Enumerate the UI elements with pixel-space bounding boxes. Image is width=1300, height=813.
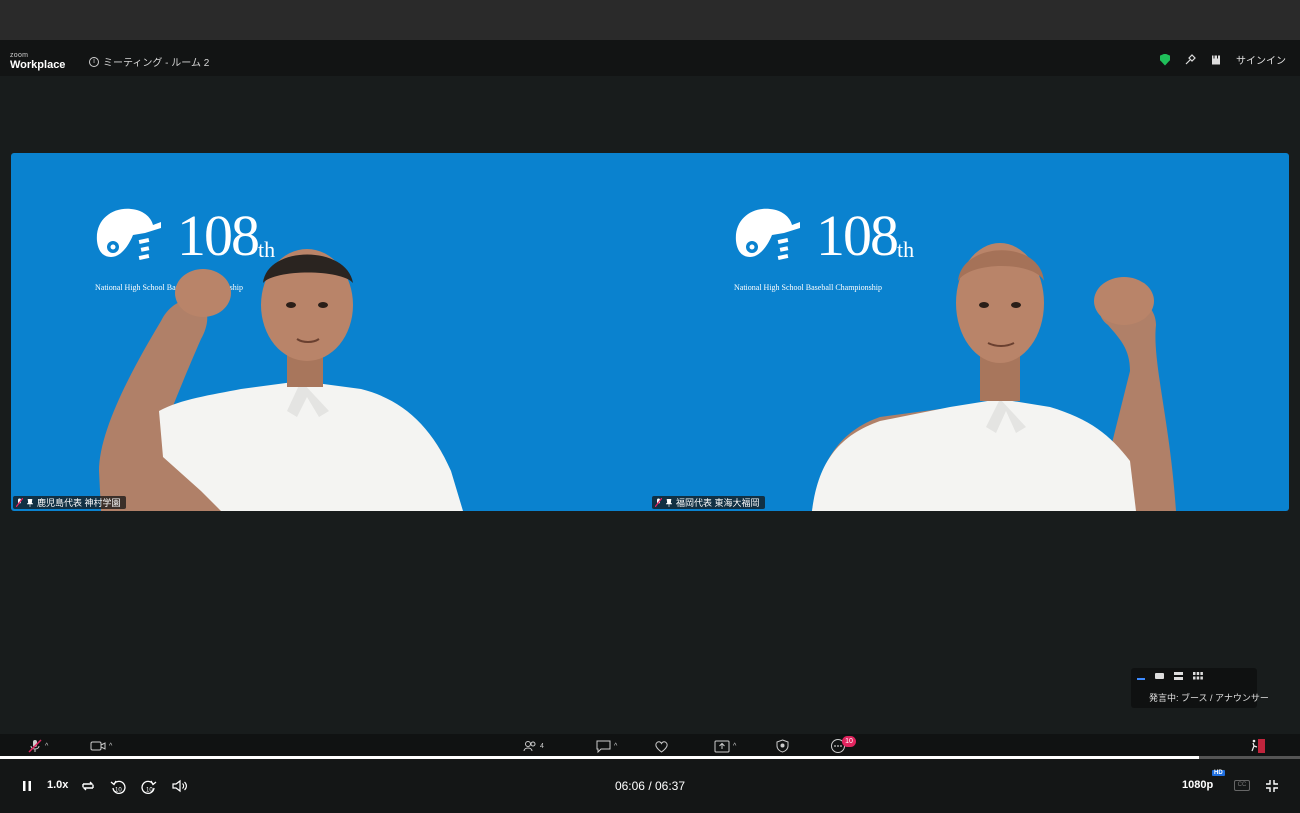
time-separator: / (644, 779, 655, 793)
layout-options (1137, 672, 1203, 680)
active-speaker-label: 発言中: ブース / アナウンサー (1149, 693, 1269, 703)
title-bar-actions: サインイン (1160, 52, 1286, 67)
video-tile-right[interactable]: 108th National High School Baseball Cham… (650, 153, 1289, 511)
zoom-title-bar: zoom Workplace i ミーティング - ルーム 2 サインイン (0, 40, 1300, 76)
host-tools-shield-icon[interactable] (776, 739, 789, 753)
react-control[interactable] (654, 739, 669, 753)
mic-muted-icon (16, 498, 23, 507)
leave-control[interactable] (1250, 739, 1266, 753)
mute-control[interactable]: ^ (28, 739, 48, 753)
share-control[interactable]: ^ (714, 739, 736, 753)
captions-button[interactable]: CC (1234, 780, 1250, 791)
hd-badge: HD (1212, 770, 1225, 776)
camera-icon[interactable] (90, 740, 106, 752)
mic-muted-icon (655, 498, 662, 507)
participant-video-left (99, 249, 463, 511)
meeting-info[interactable]: i ミーティング - ルーム 2 (89, 54, 209, 69)
layout-gallery-strip-icon[interactable] (1155, 673, 1164, 679)
pin-icon (666, 498, 672, 507)
leave-meeting-icon[interactable] (1250, 738, 1266, 754)
share-screen-icon[interactable] (714, 740, 730, 753)
video-options-caret[interactable]: ^ (109, 743, 112, 750)
layout-grid-icon[interactable] (1193, 672, 1203, 680)
browser-top-bar (0, 0, 1300, 40)
mic-muted-icon[interactable] (28, 739, 42, 753)
zoom-meeting-toolbar: ^ ^ 4 ^ ^ 10 (0, 734, 1300, 756)
view-layout-panel: 発言中: ブース / アナウンサー (1131, 668, 1269, 708)
zoom-workplace-logo: zoom Workplace (10, 52, 65, 71)
share-options-caret[interactable]: ^ (733, 743, 736, 750)
exit-fullscreen-button[interactable] (1265, 779, 1279, 793)
info-icon[interactable]: i (89, 56, 99, 67)
playback-time: 06:06 / 06:37 (0, 779, 1300, 793)
participant-video-right (812, 243, 1176, 511)
logo-small-text: zoom (10, 52, 29, 59)
pin-icon (27, 498, 33, 507)
layout-stack-icon[interactable] (1174, 672, 1183, 680)
current-time: 06:06 (614, 779, 645, 793)
meeting-title: ミーティング - ルーム 2 (103, 58, 210, 69)
chat-icon[interactable] (596, 740, 611, 753)
participants-icon[interactable] (523, 740, 537, 752)
helmet-logo-icon (735, 208, 800, 260)
logo-big-text: Workplace (10, 59, 66, 71)
participant-name-tag: 鹿児島代表 神村学園 (13, 496, 126, 509)
total-time: 06:37 (655, 779, 686, 793)
video-player-controls: 1.0x 10 10 06:06 / 06:37 1080p HD CC (0, 759, 1300, 813)
participant-name-tag: 福岡代表 東海大福岡 (652, 496, 765, 509)
participants-control[interactable]: 4 (523, 739, 544, 753)
participant-name: 鹿児島代表 神村学園 (37, 498, 121, 508)
participants-count: 4 (540, 742, 544, 750)
quality-button[interactable]: 1080p (1182, 779, 1213, 791)
chat-control[interactable]: ^ (596, 739, 617, 753)
mute-options-caret[interactable]: ^ (45, 743, 48, 750)
brush-icon[interactable] (1184, 53, 1196, 66)
participant-name: 福岡代表 東海大福岡 (676, 498, 760, 508)
signin-link[interactable]: サインイン (1236, 52, 1286, 67)
video-control[interactable]: ^ (90, 739, 112, 753)
encryption-shield-icon[interactable] (1160, 53, 1170, 66)
exit-fullscreen-icon[interactable] (1265, 779, 1279, 793)
video-tile-left[interactable]: 108th National High School Baseball Cham… (11, 153, 650, 511)
chat-options-caret[interactable]: ^ (614, 743, 617, 750)
layout-speaker-icon[interactable] (1137, 678, 1145, 680)
host-tools-control[interactable] (776, 739, 789, 753)
more-control[interactable]: 10 (830, 736, 856, 753)
heart-icon[interactable] (654, 740, 669, 753)
notification-badge: 10 (842, 736, 856, 747)
notebook-icon[interactable] (1210, 54, 1222, 66)
